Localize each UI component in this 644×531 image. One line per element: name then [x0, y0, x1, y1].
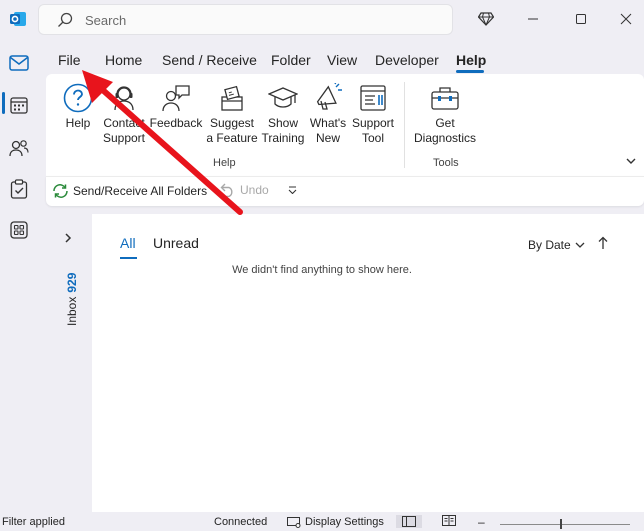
feedback-label: Feedback — [149, 116, 203, 130]
inbox-label: Inbox — [65, 296, 79, 326]
search-icon — [58, 12, 73, 27]
chevron-down-icon — [575, 242, 585, 248]
show-training-label-2: Training — [261, 131, 305, 145]
folder-pane — [46, 214, 92, 512]
tools-group-label: Tools — [433, 157, 459, 169]
whats-new-label-2: New — [315, 131, 340, 145]
display-settings-label: Display Settings — [305, 516, 384, 528]
status-bar: Filter applied Connected Display Setting… — [0, 512, 644, 531]
undo-icon — [220, 183, 233, 197]
close-icon[interactable] — [614, 8, 638, 30]
show-training-label-1: Show — [267, 116, 299, 130]
ribbon-collapse-chevron-icon[interactable] — [626, 154, 636, 168]
support-tool-label-1: Support — [351, 116, 395, 130]
message-list: All Unread By Date We didn't find anythi… — [92, 214, 644, 512]
tasks-icon[interactable] — [6, 176, 32, 202]
expand-folder-pane-icon[interactable] — [64, 232, 72, 246]
filter-tab-indicator — [120, 257, 137, 259]
sort-by-date-button[interactable]: By Date — [528, 238, 585, 252]
rail-active-indicator — [2, 92, 5, 114]
group-separator — [404, 82, 405, 168]
sort-label: By Date — [528, 238, 571, 252]
mail-icon[interactable] — [6, 50, 32, 76]
outlook-icon — [9, 10, 27, 28]
get-diagnostics-label-2: Diagnostics — [413, 131, 477, 145]
zoom-out-icon[interactable]: – — [478, 516, 485, 528]
tab-file[interactable]: File — [58, 52, 81, 68]
tab-developer[interactable]: Developer — [375, 52, 439, 68]
search-box[interactable] — [38, 4, 453, 35]
megaphone-icon — [316, 83, 342, 110]
training-icon — [268, 87, 298, 108]
active-tab-indicator — [456, 70, 484, 73]
whats-new-label-1: What's — [309, 116, 347, 130]
contact-support-label-2: Support — [102, 131, 146, 145]
tab-view[interactable]: View — [327, 52, 357, 68]
diagnostics-toolbox-icon — [431, 87, 459, 110]
send-receive-all-button[interactable]: Send/Receive All Folders — [52, 183, 207, 199]
send-receive-all-label: Send/Receive All Folders — [73, 184, 208, 198]
sort-direction-icon[interactable] — [598, 236, 608, 253]
help-question-icon — [63, 83, 93, 113]
quick-access-toolbar: Send/Receive All Folders Undo — [46, 176, 644, 206]
feedback-button[interactable]: Feedback — [148, 80, 204, 131]
get-diagnostics-button[interactable]: Get Diagnostics — [412, 80, 478, 146]
zoom-slider[interactable] — [500, 524, 630, 525]
zoom-slider-thumb[interactable] — [560, 519, 562, 529]
app-rail — [0, 40, 46, 512]
suggest-feature-label-2: a Feature — [206, 131, 258, 145]
get-diagnostics-label-1: Get — [435, 116, 455, 130]
help-group-label: Help — [213, 157, 236, 169]
inbox-unread-count: 929 — [65, 272, 79, 293]
suggest-feature-label-1: Suggest — [209, 116, 255, 130]
whats-new-button[interactable]: What's New — [306, 80, 350, 146]
search-input[interactable] — [85, 11, 425, 29]
people-icon[interactable] — [6, 135, 32, 161]
calendar-icon[interactable] — [6, 92, 32, 118]
tab-help[interactable]: Help — [456, 52, 486, 68]
undo-button[interactable]: Undo — [220, 183, 269, 197]
undo-label: Undo — [240, 183, 269, 197]
support-tool-label-2: Tool — [361, 131, 384, 145]
ribbon: Help Contact Support Feedback Suggest a … — [46, 74, 644, 178]
reading-view-icon[interactable] — [442, 515, 456, 526]
contact-support-label-1: Contact — [103, 116, 145, 130]
normal-view-icon[interactable] — [396, 515, 422, 528]
contact-support-button[interactable]: Contact Support — [98, 80, 150, 146]
customize-toolbar-icon[interactable] — [288, 186, 297, 194]
premium-diamond-icon[interactable] — [474, 8, 498, 30]
connection-status: Connected — [214, 516, 268, 528]
contact-support-icon — [114, 86, 134, 111]
filter-tab-all[interactable]: All — [120, 235, 136, 251]
apps-icon[interactable] — [6, 217, 32, 243]
maximize-icon[interactable] — [569, 8, 593, 30]
suggest-feature-icon — [221, 85, 243, 111]
monitor-gear-icon — [287, 516, 301, 528]
feedback-icon — [162, 85, 190, 112]
empty-state-message: We didn't find anything to show here. — [232, 264, 412, 276]
support-tool-button[interactable]: Support Tool — [350, 80, 396, 146]
show-training-button[interactable]: Show Training — [258, 80, 308, 146]
inbox-folder-collapsed[interactable]: Inbox 929 — [65, 273, 79, 326]
help-label: Help — [65, 116, 91, 130]
help-button[interactable]: Help — [58, 80, 98, 131]
filter-tab-unread[interactable]: Unread — [153, 235, 199, 251]
filter-status: Filter applied — [2, 516, 65, 528]
support-tool-icon — [360, 85, 386, 111]
tab-send-receive[interactable]: Send / Receive — [162, 52, 257, 68]
title-bar — [0, 0, 644, 40]
sync-icon — [53, 184, 68, 198]
tab-home[interactable]: Home — [105, 52, 142, 68]
display-settings-button[interactable]: Display Settings — [287, 516, 384, 528]
minimize-icon[interactable] — [521, 8, 545, 30]
tab-folder[interactable]: Folder — [271, 52, 311, 68]
suggest-feature-button[interactable]: Suggest a Feature — [204, 80, 260, 146]
